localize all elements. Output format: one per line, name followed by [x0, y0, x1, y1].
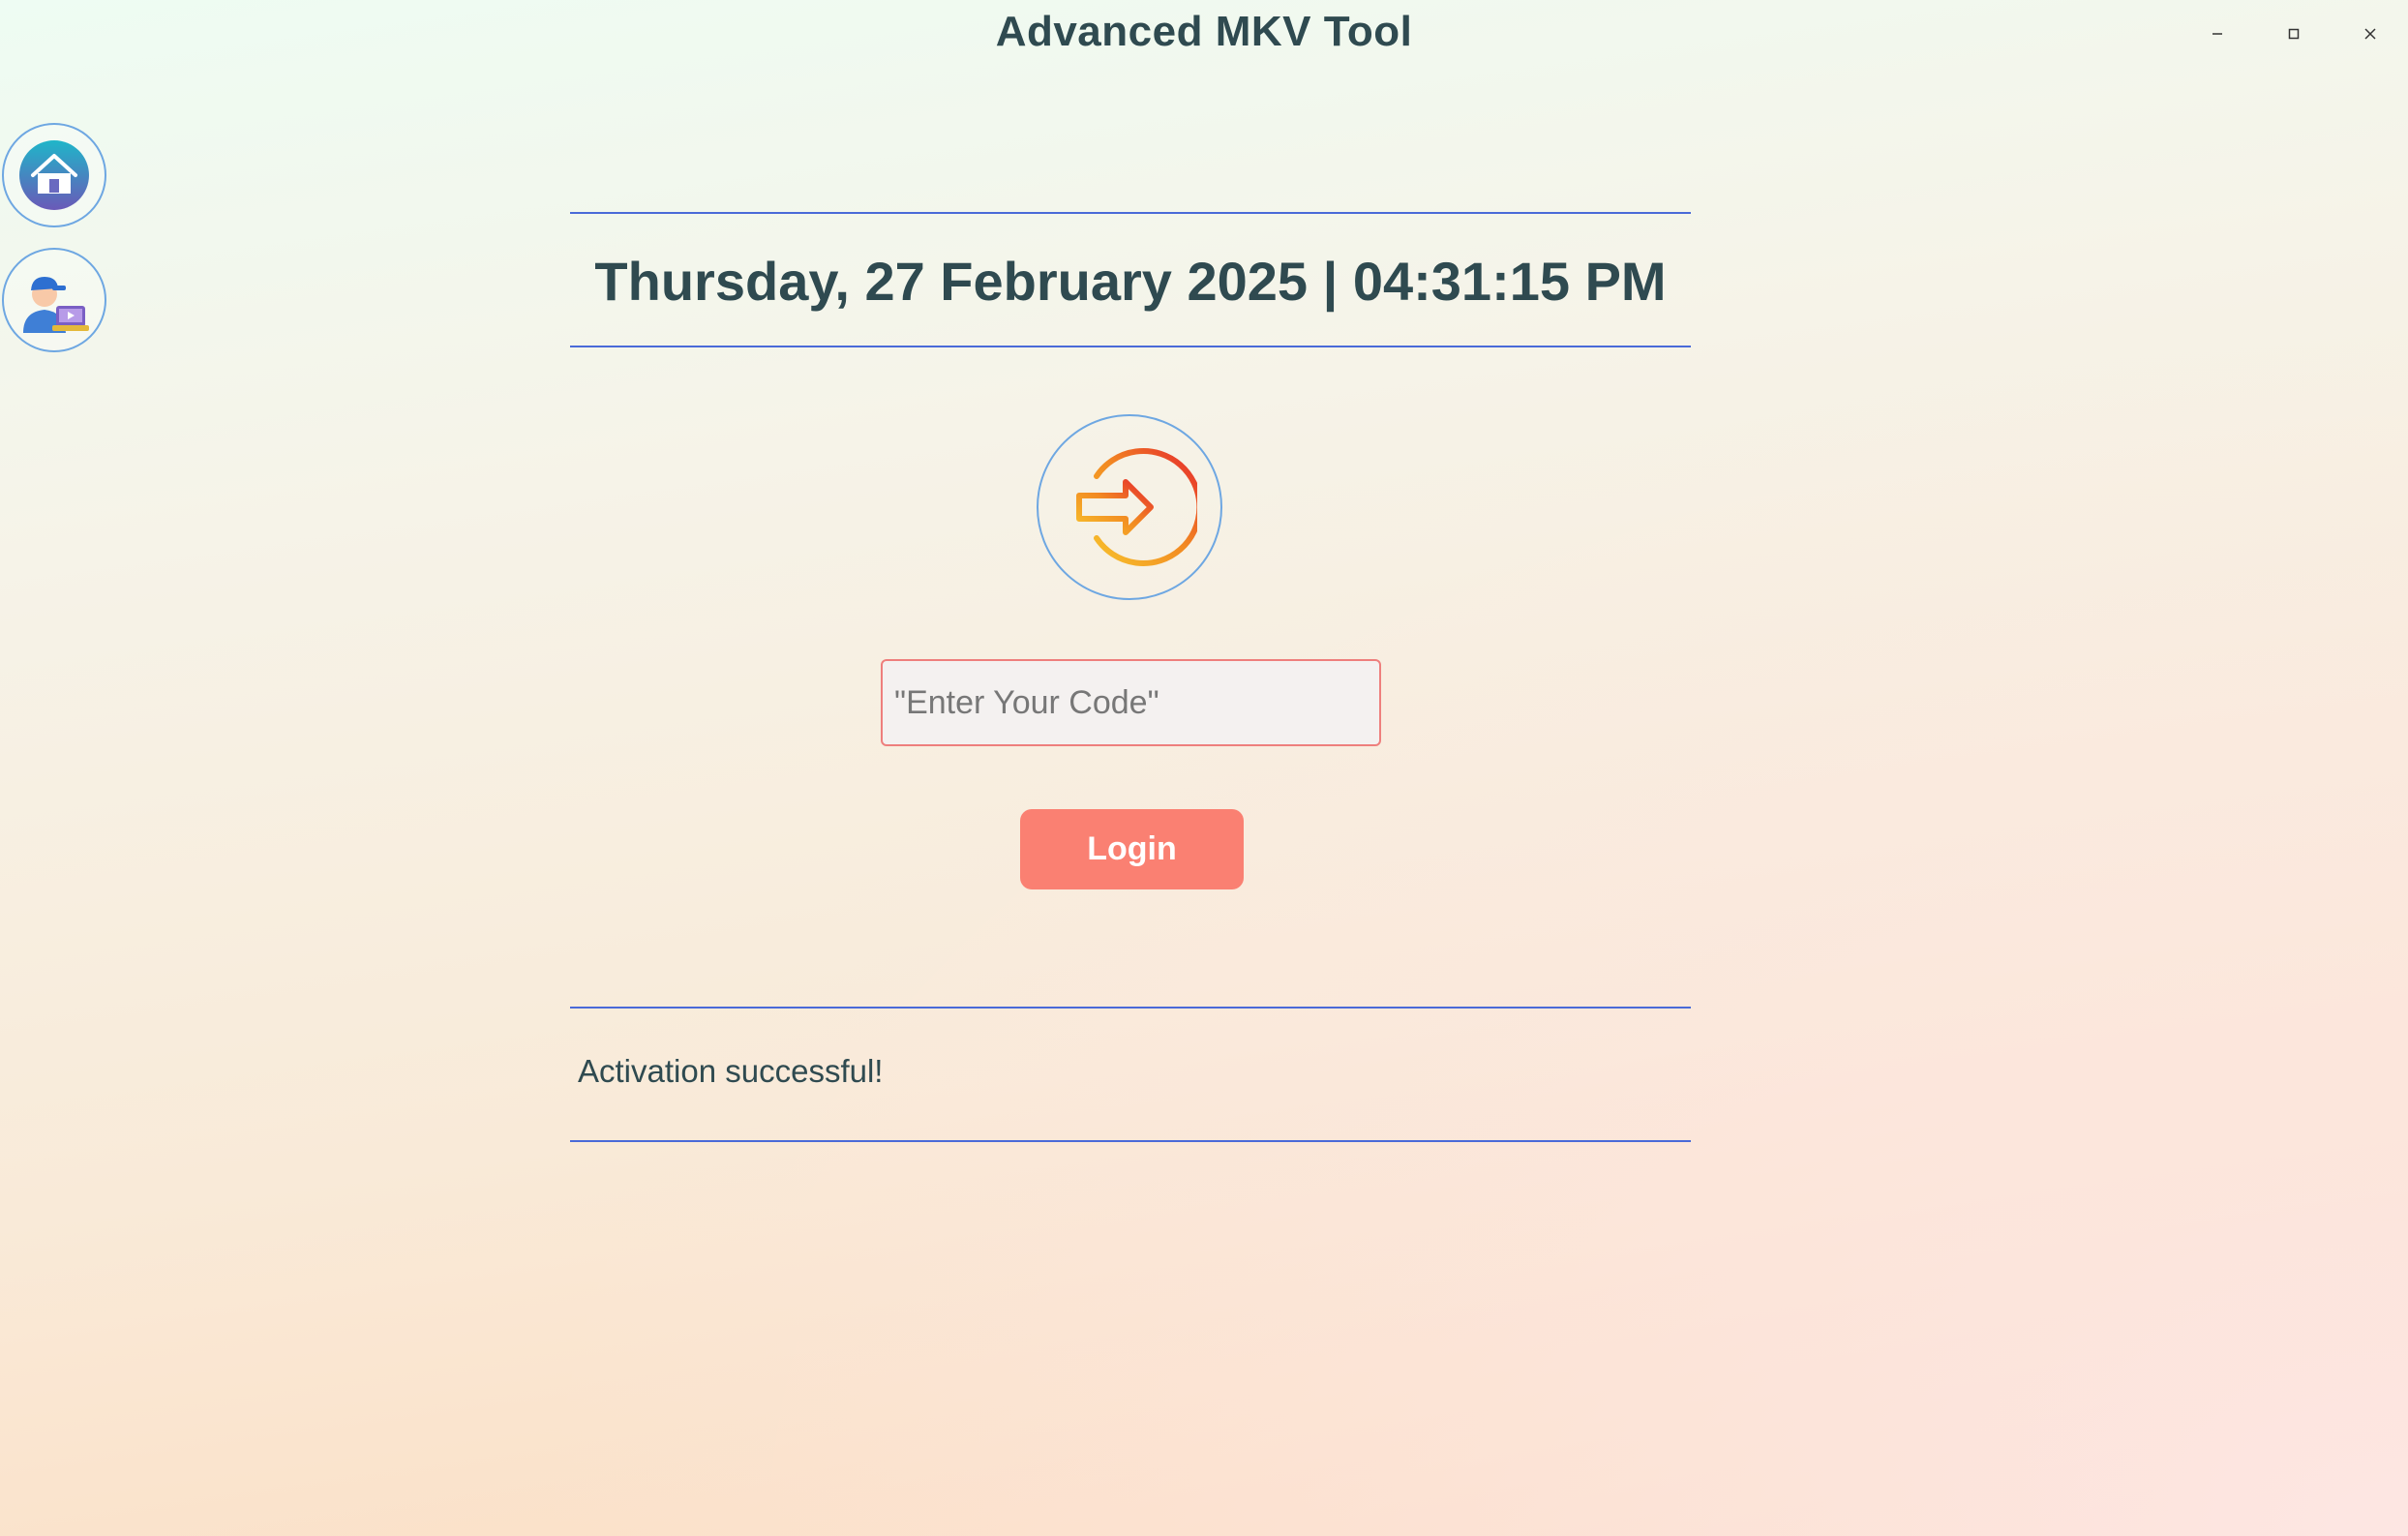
support-agent-icon: [23, 277, 89, 333]
divider-below-status: [570, 1140, 1691, 1142]
home-icon: [19, 140, 89, 210]
home-button[interactable]: [2, 123, 106, 227]
divider-top: [570, 212, 1691, 214]
login-button[interactable]: Login: [1020, 809, 1244, 889]
window-controls: [2179, 0, 2408, 68]
minimize-button[interactable]: [2179, 0, 2255, 68]
maximize-button[interactable]: [2255, 0, 2332, 68]
close-button[interactable]: [2332, 0, 2408, 68]
support-button[interactable]: [2, 248, 106, 352]
maximize-icon: [2288, 28, 2299, 40]
status-message: Activation successful!: [578, 1053, 884, 1089]
close-icon: [2363, 28, 2376, 40]
minimize-icon: [2212, 33, 2222, 35]
divider-below-datetime: [570, 346, 1691, 347]
login-icon-circle: [1037, 414, 1222, 600]
code-input[interactable]: [881, 659, 1381, 746]
divider-above-status: [570, 1007, 1691, 1009]
datetime-display: Thursday, 27 February 2025 | 04:31:15 PM: [594, 251, 1667, 312]
login-arrow-icon: [1076, 448, 1197, 566]
app-title: Advanced MKV Tool: [995, 8, 1413, 55]
